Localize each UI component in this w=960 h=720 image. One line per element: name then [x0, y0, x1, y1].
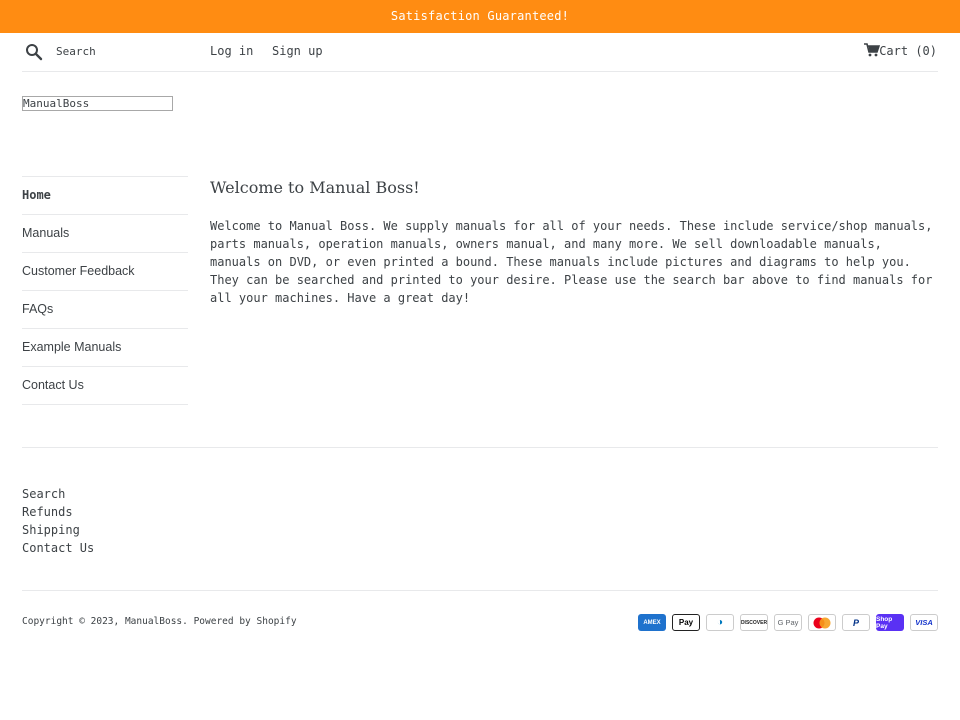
footer-bottom-divider — [22, 590, 938, 591]
american-express-icon: AMEX — [638, 614, 666, 631]
payment-icons: AMEX Pay ◑ DISCOVER G Pay P Shop Pay VIS… — [638, 614, 938, 631]
sidebar-item-faqs[interactable]: FAQs — [22, 291, 188, 329]
page-title: Welcome to Manual Boss! — [210, 178, 420, 197]
announcement-bar: Satisfaction Guaranteed! — [0, 0, 960, 33]
sidebar-item-manuals[interactable]: Manuals — [22, 215, 188, 253]
shop-pay-icon: Shop Pay — [876, 614, 904, 631]
footer-link-shipping[interactable]: Shipping — [22, 521, 94, 539]
mastercard-circles — [813, 617, 831, 628]
search-input[interactable] — [56, 42, 196, 60]
diners-club-icon: ◑ — [706, 614, 734, 631]
footer-link-refunds[interactable]: Refunds — [22, 503, 94, 521]
sidebar-item-home[interactable]: Home — [22, 177, 188, 215]
sidebar-item-label: Home — [22, 188, 51, 202]
search-icon[interactable] — [25, 43, 43, 61]
apple-pay-icon: Pay — [672, 614, 700, 631]
visa-icon: VISA — [910, 614, 938, 631]
sidebar-item-customer-feedback[interactable]: Customer Feedback — [22, 253, 188, 291]
logo-alt-text: ManualBoss — [23, 97, 90, 110]
sidebar-item-label: Customer Feedback — [22, 264, 135, 278]
footer-divider — [22, 447, 938, 448]
discover-icon: DISCOVER — [740, 614, 768, 631]
sidebar-item-contact-us[interactable]: Contact Us — [22, 367, 188, 405]
sidebar-item-example-manuals[interactable]: Example Manuals — [22, 329, 188, 367]
signup-link[interactable]: Sign up — [272, 44, 323, 58]
page-body-text: Welcome to Manual Boss. We supply manual… — [210, 219, 940, 305]
paypal-icon: P — [842, 614, 870, 631]
footer-link-contact-us[interactable]: Contact Us — [22, 539, 94, 557]
footer-links: Search Refunds Shipping Contact Us — [22, 485, 94, 557]
footer-link-search[interactable]: Search — [22, 485, 94, 503]
site-header: Log in Sign up Cart (0) — [22, 33, 938, 72]
sidebar-item-label: Example Manuals — [22, 340, 122, 354]
sidebar-item-label: FAQs — [22, 302, 54, 316]
sidebar-item-label: Contact Us — [22, 378, 84, 392]
sidebar-nav: Home Manuals Customer Feedback FAQs Exam… — [22, 176, 188, 405]
cart-icon[interactable] — [864, 43, 880, 57]
sidebar-item-label: Manuals — [22, 226, 70, 240]
site-logo[interactable]: ManualBoss — [22, 96, 173, 111]
cart-link[interactable]: Cart (0) — [879, 44, 937, 58]
mastercard-icon — [808, 614, 836, 631]
copyright-text: Copyright © 2023, ManualBoss. Powered by… — [22, 616, 297, 627]
announcement-text: Satisfaction Guaranteed! — [390, 9, 570, 23]
google-pay-icon: G Pay — [774, 614, 802, 631]
login-link[interactable]: Log in — [210, 44, 253, 58]
